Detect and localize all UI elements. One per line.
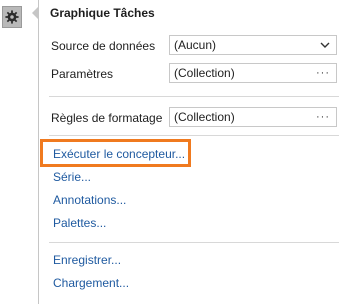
parameters-label: Paramètres (51, 67, 114, 81)
divider (49, 96, 339, 97)
divider (49, 242, 339, 243)
annotations-link[interactable]: Annotations... (53, 193, 126, 207)
data-source-label: Source de données (51, 39, 156, 53)
load-link[interactable]: Chargement... (53, 276, 129, 290)
format-rules-field[interactable]: (Collection) ··· (169, 107, 337, 127)
series-link[interactable]: Série... (53, 170, 91, 184)
divider (49, 135, 339, 136)
run-designer-link[interactable]: Exécuter le concepteur... (53, 147, 185, 161)
data-source-dropdown[interactable]: (Aucun) (169, 35, 337, 55)
format-rules-value: (Collection) (174, 110, 235, 124)
smart-tag-panel: Graphique Tâches Source de données (Aucu… (38, 0, 348, 304)
panel-title: Graphique Tâches (50, 6, 155, 20)
smart-tag-button[interactable] (2, 6, 22, 28)
save-link[interactable]: Enregistrer... (53, 253, 121, 267)
parameters-field[interactable]: (Collection) ··· (169, 63, 337, 83)
gear-icon (5, 10, 19, 24)
format-rules-ellipsis-button[interactable]: ··· (316, 108, 330, 126)
data-source-value: (Aucun) (174, 38, 217, 52)
palettes-link[interactable]: Palettes... (53, 216, 106, 230)
format-rules-label: Règles de formatage (51, 111, 163, 125)
parameters-value: (Collection) (174, 66, 235, 80)
chevron-down-icon[interactable] (320, 41, 330, 49)
parameters-ellipsis-button[interactable]: ··· (316, 64, 330, 82)
